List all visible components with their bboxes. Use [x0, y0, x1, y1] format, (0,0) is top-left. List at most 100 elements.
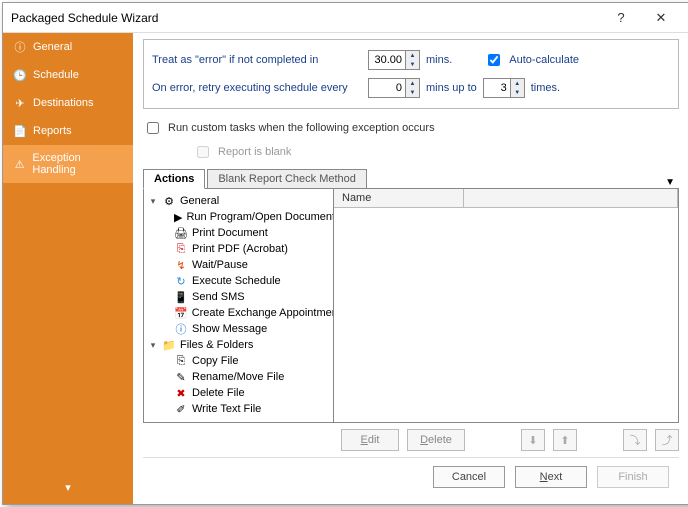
run-custom-checkbox[interactable] [147, 122, 159, 134]
mins-label: mins. [426, 54, 452, 66]
spin-down-icon[interactable]: ▼ [511, 88, 524, 97]
pdf-icon: ⎘ [174, 242, 188, 256]
export-icon: ⤴ [662, 432, 673, 448]
cancel-button[interactable]: Cancel [433, 466, 505, 488]
chevron-down-icon: ▾ [65, 482, 71, 494]
info-icon: ⓘ [174, 322, 188, 336]
calendar-icon: 📅 [174, 306, 188, 320]
tree-item[interactable]: 🖨Print Document [146, 225, 331, 241]
tree-group-files[interactable]: ▾📁Files & Folders [146, 337, 331, 353]
next-button[interactable]: Next [515, 466, 587, 488]
list-body[interactable] [334, 208, 678, 422]
arrow-down-icon: ⬇ [528, 434, 537, 447]
selected-actions-list: Name [334, 189, 678, 422]
mins-upto-label: mins up to [426, 82, 477, 94]
retry-times-input[interactable] [484, 79, 510, 97]
retry-label: On error, retry executing schedule every [152, 82, 362, 94]
tab-blank-report-check[interactable]: Blank Report Check Method [207, 169, 367, 189]
spin-up-icon[interactable]: ▲ [511, 79, 524, 88]
run-custom-row: Run custom tasks when the following exce… [143, 119, 679, 137]
sidebar-collapse[interactable]: ▾ [3, 471, 133, 504]
spin-up-icon[interactable]: ▲ [406, 79, 419, 88]
retry-times-spinner[interactable]: ▲▼ [483, 78, 525, 98]
move-down-button[interactable]: ⬇ [521, 429, 545, 451]
sidebar-label: General [33, 41, 72, 53]
sidebar-label: Schedule [33, 69, 79, 81]
treat-error-label: Treat as "error" if not completed in [152, 54, 362, 66]
column-name[interactable]: Name [334, 189, 464, 207]
import-icon: ⤵ [630, 432, 641, 448]
action-toolbar: Edit Delete ⬇ ⬆ ⤵ ⤴ [143, 423, 679, 457]
tab-bar: Actions Blank Report Check Method ▼ [143, 169, 679, 189]
tree-item[interactable]: ✎Rename/Move File [146, 369, 331, 385]
export-button[interactable]: ⤴ [655, 429, 679, 451]
run-custom-label: Run custom tasks when the following exce… [168, 122, 435, 134]
actions-content: ▾⚙General ▶Run Program/Open Document 🖨Pr… [143, 189, 679, 423]
sidebar-item-schedule[interactable]: 🕒 Schedule [3, 61, 133, 89]
collapse-icon[interactable]: ▾ [148, 340, 158, 351]
move-up-button[interactable]: ⬆ [553, 429, 577, 451]
tree-item[interactable]: ✖Delete File [146, 385, 331, 401]
edit-button[interactable]: Edit [341, 429, 399, 451]
report-blank-row: Report is blank [193, 143, 679, 161]
spin-down-icon[interactable]: ▼ [406, 60, 419, 69]
tree-item[interactable]: 📅Create Exchange Appointment [146, 305, 331, 321]
wizard-window: Packaged Schedule Wizard ? ✕ ⓘ General 🕒… [2, 2, 688, 505]
gear-icon: ⚙ [162, 194, 176, 208]
tree-item[interactable]: ✐Write Text File [146, 401, 331, 417]
window-title: Packaged Schedule Wizard [11, 11, 601, 25]
treat-minutes-spinner[interactable]: ▲▼ [368, 50, 420, 70]
collapse-icon[interactable]: ▾ [148, 196, 158, 207]
tab-actions[interactable]: Actions [143, 169, 205, 189]
close-button[interactable]: ✕ [641, 10, 681, 26]
sidebar-label: Destinations [33, 97, 94, 109]
destination-icon: ✈ [13, 96, 27, 110]
delete-button[interactable]: Delete [407, 429, 465, 451]
report-icon: 📄 [13, 124, 27, 138]
tree-item[interactable]: 📱Send SMS [146, 289, 331, 305]
printer-icon: 🖨 [174, 226, 188, 240]
titlebar: Packaged Schedule Wizard ? ✕ [3, 3, 688, 33]
tab-overflow-icon[interactable]: ▼ [661, 177, 679, 188]
rename-icon: ✎ [174, 370, 188, 384]
auto-calculate-label: Auto-calculate [509, 54, 579, 66]
sms-icon: 📱 [174, 290, 188, 304]
main-panel: Treat as "error" if not completed in ▲▼ … [133, 33, 688, 504]
sidebar-item-reports[interactable]: 📄 Reports [3, 117, 133, 145]
folder-icon: 📁 [162, 338, 176, 352]
run-icon: ▶ [174, 210, 182, 224]
tree-item[interactable]: ▶Run Program/Open Document [146, 209, 331, 225]
sidebar-item-exception-handling[interactable]: ⚠ Exception Handling [3, 145, 133, 183]
column-blank[interactable] [464, 189, 678, 207]
sidebar: ⓘ General 🕒 Schedule ✈ Destinations 📄 Re… [3, 33, 133, 504]
spin-down-icon[interactable]: ▼ [406, 88, 419, 97]
action-tree[interactable]: ▾⚙General ▶Run Program/Open Document 🖨Pr… [144, 189, 334, 422]
times-label: times. [531, 82, 560, 94]
treat-minutes-input[interactable] [369, 51, 405, 69]
help-button[interactable]: ? [601, 10, 641, 25]
auto-calculate-checkbox[interactable] [488, 54, 500, 66]
finish-button: Finish [597, 466, 669, 488]
sidebar-label: Exception Handling [32, 152, 123, 176]
tree-group-general[interactable]: ▾⚙General [146, 193, 331, 209]
sidebar-item-general[interactable]: ⓘ General [3, 33, 133, 61]
tree-item[interactable]: ↯Wait/Pause [146, 257, 331, 273]
arrow-up-icon: ⬆ [560, 434, 569, 447]
copy-icon: ⎘ [174, 354, 188, 368]
pause-icon: ↯ [174, 258, 188, 272]
import-button[interactable]: ⤵ [623, 429, 647, 451]
error-options-box: Treat as "error" if not completed in ▲▼ … [143, 39, 679, 109]
info-icon: ⓘ [13, 40, 27, 54]
tree-item[interactable]: ↻Execute Schedule [146, 273, 331, 289]
retry-minutes-input[interactable] [369, 79, 405, 97]
tree-item[interactable]: ⎘Copy File [146, 353, 331, 369]
spin-up-icon[interactable]: ▲ [406, 51, 419, 60]
report-blank-label: Report is blank [218, 146, 291, 158]
tree-item[interactable]: ⎘Print PDF (Acrobat) [146, 241, 331, 257]
wizard-footer: Cancel Next Finish [143, 457, 679, 496]
report-blank-checkbox [197, 146, 209, 158]
retry-minutes-spinner[interactable]: ▲▼ [368, 78, 420, 98]
write-icon: ✐ [174, 402, 188, 416]
tree-item[interactable]: ⓘShow Message [146, 321, 331, 337]
sidebar-item-destinations[interactable]: ✈ Destinations [3, 89, 133, 117]
